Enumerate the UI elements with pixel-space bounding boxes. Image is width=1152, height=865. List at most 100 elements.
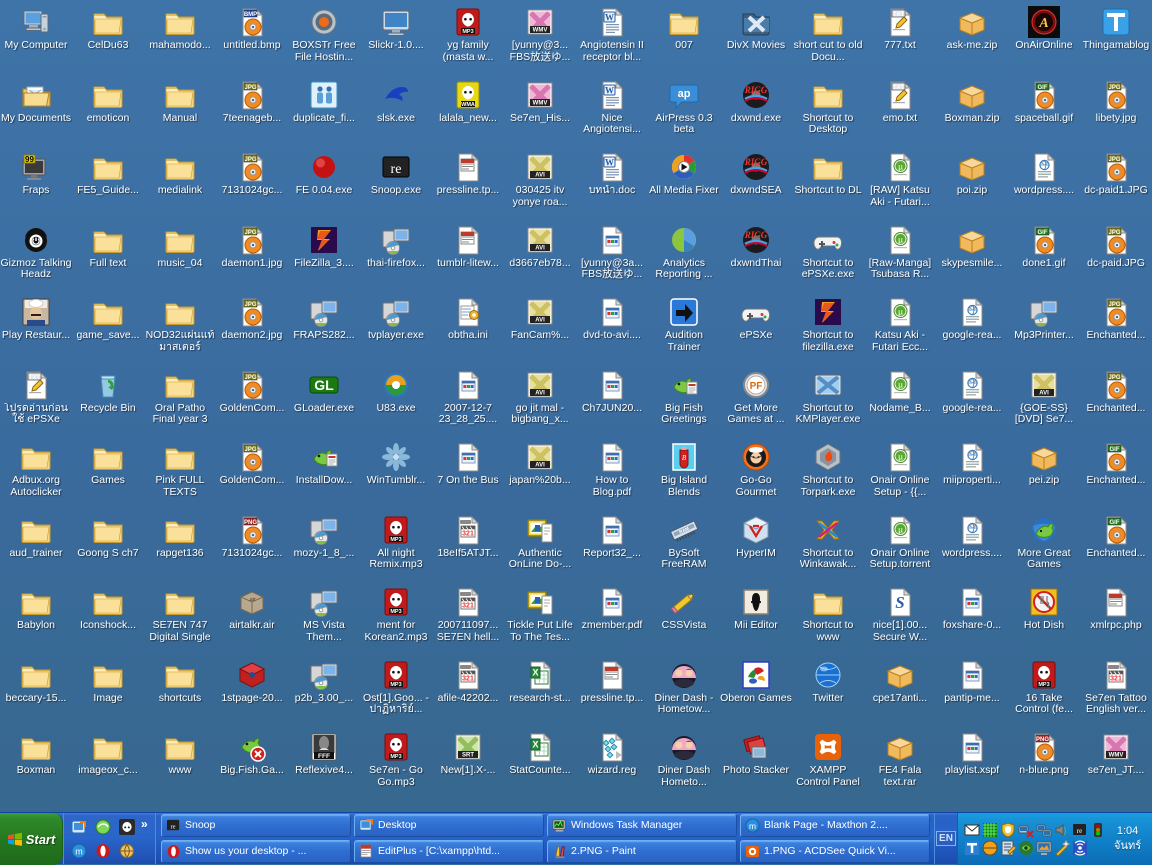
- desktop-icon[interactable]: Mii Editor: [720, 582, 792, 655]
- desktop-icon[interactable]: shortcuts: [144, 655, 216, 728]
- desktop-icon[interactable]: obtha.ini: [432, 292, 504, 365]
- desktop-icon[interactable]: Oberon Games: [720, 655, 792, 728]
- desktop-icon[interactable]: Games: [72, 437, 144, 510]
- desktop-icon[interactable]: FE4 Fala text.rar: [864, 727, 936, 800]
- desktop-icon[interactable]: µKatsu Aki - Futari Ecc...: [864, 292, 936, 365]
- desktop-icon[interactable]: JPGdaemon1.jpg: [216, 220, 288, 293]
- desktop-icon[interactable]: RAMBySoft FreeRAM: [648, 510, 720, 583]
- desktop-icon[interactable]: medialink: [144, 147, 216, 220]
- desktop-icon[interactable]: 32118eIf5ATJT...: [432, 510, 504, 583]
- desktop-icon[interactable]: MP3Ost[1].Goo... - ปาฏิหาริย์...: [360, 655, 432, 728]
- desktop-icon[interactable]: <>google-rea...: [936, 292, 1008, 365]
- desktop-icon[interactable]: U83.exe: [360, 365, 432, 438]
- desktop-icon[interactable]: PNGn-blue.png: [1008, 727, 1080, 800]
- desktop-icon[interactable]: MS Vista Them...: [288, 582, 360, 655]
- desktop-icon[interactable]: Mp3Printer...: [1008, 292, 1080, 365]
- display-tray-icon[interactable]: [1036, 840, 1052, 856]
- desktop-background[interactable]: My ComputerCelDu63mahamodo...BMPuntitled…: [0, 0, 1152, 812]
- ql-ie-green-icon[interactable]: [91, 815, 115, 839]
- desktop-icon[interactable]: TXTemo.txt: [864, 75, 936, 148]
- desktop-icon[interactable]: Authentic OnLine Do-...: [504, 510, 576, 583]
- desktop-icon[interactable]: AVIgo jit mal - bigbang_x...: [504, 365, 576, 438]
- desktop-icon[interactable]: MP3Se7en - Go Go.mp3: [360, 727, 432, 800]
- desktop-icon[interactable]: <>wordpress....: [1008, 147, 1080, 220]
- desktop-icon[interactable]: FFFReflexive4...: [288, 727, 360, 800]
- desktop-icon[interactable]: InstallDow...: [288, 437, 360, 510]
- desktop-icon[interactable]: FileZilla_3....: [288, 220, 360, 293]
- desktop-icon[interactable]: Hot Dish: [1008, 582, 1080, 655]
- desktop-icon[interactable]: WAngiotensin II receptor bl...: [576, 2, 648, 75]
- thingamablog-tray-icon[interactable]: [964, 840, 980, 856]
- desktop-icon[interactable]: HyperIM: [720, 510, 792, 583]
- desktop-icon[interactable]: RIGGdxwndThai: [720, 220, 792, 293]
- desktop-icon[interactable]: beccary-15...: [0, 655, 72, 728]
- desktop-icon[interactable]: Thingamablog: [1080, 2, 1152, 75]
- desktop-icon[interactable]: WNice Angiotensi...: [576, 75, 648, 148]
- desktop-icon[interactable]: DivX Movies: [720, 2, 792, 75]
- desktop-icon[interactable]: JPGdaemon2.jpg: [216, 292, 288, 365]
- desktop-icon[interactable]: aud_trainer: [0, 510, 72, 583]
- desktop-icon[interactable]: JPGGoldenCom...: [216, 365, 288, 438]
- mail-icon[interactable]: [964, 822, 980, 838]
- quicklaunch-chevron-icon[interactable]: »: [141, 817, 148, 831]
- snoop-re-icon[interactable]: re: [1072, 822, 1088, 838]
- desktop-icon[interactable]: tumblr-litew...: [432, 220, 504, 293]
- desktop-icon[interactable]: ePSXe: [720, 292, 792, 365]
- desktop-icon[interactable]: CSSVista: [648, 582, 720, 655]
- desktop-icon[interactable]: p2b_3.00_...: [288, 655, 360, 728]
- desktop-icon[interactable]: Big Fish Greetings: [648, 365, 720, 438]
- desktop-icon[interactable]: 321Se7en Tattoo English ver...: [1080, 655, 1152, 728]
- desktop-icon[interactable]: JPGGoldenCom...: [216, 437, 288, 510]
- desktop-icon[interactable]: 2007-12-7 23_28_25....: [432, 365, 504, 438]
- desktop-icon[interactable]: JPGdc-paid.JPG: [1080, 220, 1152, 293]
- desktop-icon[interactable]: Manual: [144, 75, 216, 148]
- desktop-icon[interactable]: AVId3667eb78...: [504, 220, 576, 293]
- desktop-icon[interactable]: apAirPress 0.3 beta: [648, 75, 720, 148]
- ql-show-desktop-icon[interactable]: [67, 815, 91, 839]
- desktop-icon[interactable]: Oral Patho Final year 3: [144, 365, 216, 438]
- desktop-icon[interactable]: Adbux.org Autoclicker: [0, 437, 72, 510]
- desktop-icon[interactable]: Go-Go Gourmet: [720, 437, 792, 510]
- desktop-icon[interactable]: Goong S ch7: [72, 510, 144, 583]
- desktop-icon[interactable]: Iconshock...: [72, 582, 144, 655]
- desktop-icon[interactable]: GIFspaceball.gif: [1008, 75, 1080, 148]
- desktop-icon[interactable]: PFGet More Games at ...: [720, 365, 792, 438]
- desktop-icon[interactable]: NOD32แผ่นแท้มาสเตอร์: [144, 292, 216, 365]
- network-icon[interactable]: [1036, 822, 1052, 838]
- desktop-icon[interactable]: Xresearch-st...: [504, 655, 576, 728]
- desktop-icon[interactable]: BOXSTr Free File Hostin...: [288, 2, 360, 75]
- desktop-icon[interactable]: Shortcut to Desktop: [792, 75, 864, 148]
- desktop-icon[interactable]: <>wordpress....: [936, 510, 1008, 583]
- start-button[interactable]: Start: [0, 813, 63, 865]
- wireless-tray-icon[interactable]: [1072, 840, 1088, 856]
- desktop-icon[interactable]: Diner Dash - Hometow...: [648, 655, 720, 728]
- desktop-icon[interactable]: MP3All night Remix.mp3: [360, 510, 432, 583]
- nvidia-tray-icon[interactable]: [1018, 840, 1034, 856]
- desktop-icon[interactable]: 99Fraps: [0, 147, 72, 220]
- desktop-icon[interactable]: All Media Fixer: [648, 147, 720, 220]
- desktop-icon[interactable]: thai-firefox...: [360, 220, 432, 293]
- desktop-icon[interactable]: emoticon: [72, 75, 144, 148]
- desktop-icon[interactable]: music_04: [144, 220, 216, 293]
- desktop-icon[interactable]: 7 On the Bus: [432, 437, 504, 510]
- desktop-icon[interactable]: mozy-1_8_...: [288, 510, 360, 583]
- desktop-icon[interactable]: AVI030425 itv yonye roa...: [504, 147, 576, 220]
- desktop-icon[interactable]: pantip-me...: [936, 655, 1008, 728]
- taskbar-clock[interactable]: 1:04 จันทร์: [1114, 824, 1141, 854]
- desktop-icon[interactable]: playlist.xspf: [936, 727, 1008, 800]
- taskbar-task-button[interactable]: mBlank Page - Maxthon 2....: [740, 814, 930, 837]
- desktop-icon[interactable]: FE5_Guide...: [72, 147, 144, 220]
- desktop-icon[interactable]: slsk.exe: [360, 75, 432, 148]
- desktop-icon[interactable]: Shortcut to Winkawak...: [792, 510, 864, 583]
- desktop-icon[interactable]: SRTNew[1].X-...: [432, 727, 504, 800]
- desktop-icon[interactable]: GLGLoader.exe: [288, 365, 360, 438]
- desktop-icon[interactable]: Babylon: [0, 582, 72, 655]
- desktop-icon[interactable]: 321200711097... SE7EN hell...: [432, 582, 504, 655]
- desktop-icon[interactable]: mahamodo...: [144, 2, 216, 75]
- desktop-icon[interactable]: Gizmoz Talking Headz: [0, 220, 72, 293]
- desktop-icon[interactable]: WMAlalala_new...: [432, 75, 504, 148]
- desktop-icon[interactable]: PNG7131024gc...: [216, 510, 288, 583]
- language-bar[interactable]: EN: [935, 813, 957, 865]
- desktop-icon[interactable]: RIGGdxwnd.exe: [720, 75, 792, 148]
- desktop-icon[interactable]: rapget136: [144, 510, 216, 583]
